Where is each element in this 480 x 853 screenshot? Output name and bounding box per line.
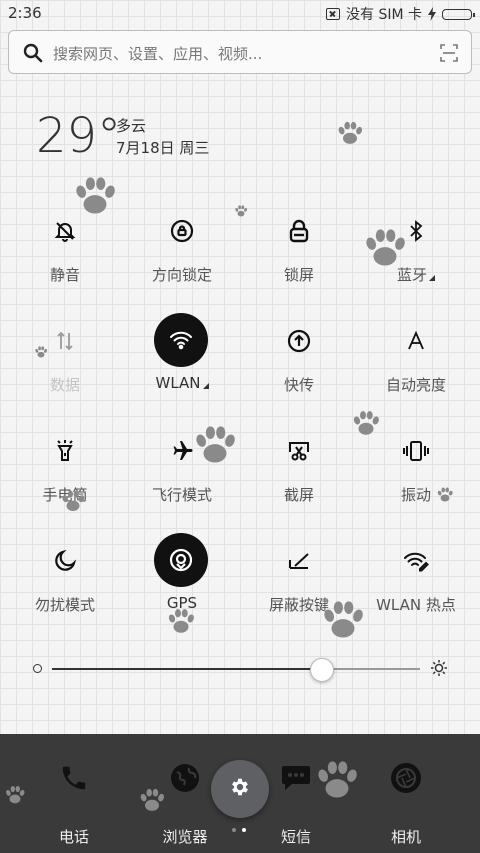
page-dot: [232, 828, 236, 832]
paw-print-icon: [364, 229, 407, 266]
quick-transfer-icon: [274, 316, 324, 366]
flashlight-icon: [40, 426, 90, 476]
weather-condition: 多云: [116, 117, 147, 135]
toggle-vibrate-label: 振动: [400, 486, 431, 504]
status-bar: 2:36 没有 SIM 卡: [0, 0, 480, 28]
toggle-wlan-label: WLAN: [122, 374, 242, 392]
toggle-rotation-lock-label: 方向锁定: [151, 266, 212, 284]
search-icon: [23, 43, 43, 67]
toggle-do-not-disturb[interactable]: 勿扰模式: [5, 536, 125, 646]
toggle-flashlight[interactable]: 手电筒: [5, 426, 125, 536]
rotation-lock-icon: [157, 206, 207, 256]
paw-print-icon: [74, 177, 117, 214]
paw-print-icon: [194, 426, 237, 463]
paw-print-icon: [139, 788, 166, 811]
settings-button[interactable]: [211, 760, 269, 818]
brightness-low-icon: [33, 664, 42, 673]
scan-icon[interactable]: [439, 43, 459, 67]
toggle-auto-brightness-label: 自动亮度: [385, 376, 446, 394]
paw-print-icon: [234, 205, 248, 217]
slider-track-fill: [52, 668, 321, 670]
battery-icon: [442, 8, 475, 20]
paw-print-icon: [437, 487, 454, 502]
search-placeholder: 搜索网页、设置、应用、视频...: [53, 45, 263, 63]
toggle-screenshot-label: 截屏: [283, 486, 314, 504]
paw-print-icon: [316, 761, 359, 798]
toggle-mute-label: 静音: [49, 266, 80, 284]
phone-icon: [24, 756, 124, 800]
toggle-wlan-hotspot-label: WLAN 热点: [376, 596, 456, 614]
sim-status-text: 没有 SIM 卡: [346, 7, 422, 23]
toggle-quick-transfer-label: 快传: [283, 376, 314, 394]
dock-label-messages: 短信: [280, 828, 311, 846]
toggle-mobile-data-label: 数据: [49, 376, 80, 394]
brightness-slider[interactable]: [30, 656, 450, 682]
auto-brightness-icon: [391, 316, 441, 366]
settings-gear-icon: [229, 776, 251, 802]
weather-date: 7月18日 周三: [116, 139, 210, 157]
camera-icon: [356, 756, 456, 800]
toggle-bluetooth-text: 蓝牙: [396, 266, 427, 284]
charging-bolt-icon: [428, 7, 436, 21]
toggle-vibrate[interactable]: 振动: [356, 426, 476, 536]
toggle-wlan-text: WLAN: [155, 374, 201, 392]
moon-icon: [40, 536, 90, 586]
dock-label-phone: 电话: [58, 828, 89, 846]
paw-print-icon: [322, 601, 365, 638]
wifi-icon: [154, 313, 208, 367]
dock-label-camera: 相机: [390, 828, 421, 846]
paw-print-icon: [5, 786, 26, 804]
toggle-wlan-hotspot[interactable]: WLAN 热点: [356, 536, 476, 646]
sun-icon: [430, 659, 448, 681]
paw-print-icon: [34, 346, 48, 358]
lock-icon: [274, 206, 324, 256]
expand-corner-icon: [429, 275, 435, 281]
block-keys-icon: [274, 536, 324, 586]
data-icon: [40, 316, 90, 366]
paw-print-icon: [61, 490, 86, 512]
toggle-quick-transfer[interactable]: 快传: [239, 316, 359, 426]
hotspot-icon: [391, 536, 441, 586]
toggle-airplane-mode-label: 飞行模式: [151, 486, 212, 504]
search-bar[interactable]: 搜索网页、设置、应用、视频...: [8, 30, 472, 74]
toggle-mute[interactable]: 静音: [5, 206, 125, 316]
toggle-lock-screen[interactable]: 锁屏: [239, 206, 359, 316]
toggle-mobile-data[interactable]: 数据: [5, 316, 125, 426]
toggle-rotation-lock[interactable]: 方向锁定: [122, 206, 242, 316]
weather-temperature: 29°: [36, 108, 122, 164]
toggle-screenshot[interactable]: 截屏: [239, 426, 359, 536]
slider-thumb[interactable]: [309, 658, 334, 682]
toggle-lock-screen-label: 锁屏: [283, 266, 314, 284]
page-dot: [242, 828, 246, 832]
dock-app-phone[interactable]: 电话: [24, 756, 124, 847]
gps-icon: [154, 533, 208, 587]
toggle-wlan[interactable]: WLAN: [122, 313, 242, 426]
dock-app-camera[interactable]: 相机: [356, 756, 456, 847]
status-right: 没有 SIM 卡: [326, 4, 475, 24]
screenshot-icon: [274, 426, 324, 476]
paw-print-icon: [337, 121, 364, 144]
paw-print-icon: [167, 609, 195, 633]
dock-label-browser: 浏览器: [162, 828, 208, 846]
paw-print-icon: [352, 411, 380, 435]
expand-corner-icon: [202, 383, 209, 389]
no-sim-icon: [326, 8, 340, 20]
status-time: 2:36: [8, 4, 42, 22]
toggle-do-not-disturb-label: 勿扰模式: [34, 596, 95, 614]
page-indicator: [232, 828, 246, 832]
vibrate-icon: [391, 426, 441, 476]
